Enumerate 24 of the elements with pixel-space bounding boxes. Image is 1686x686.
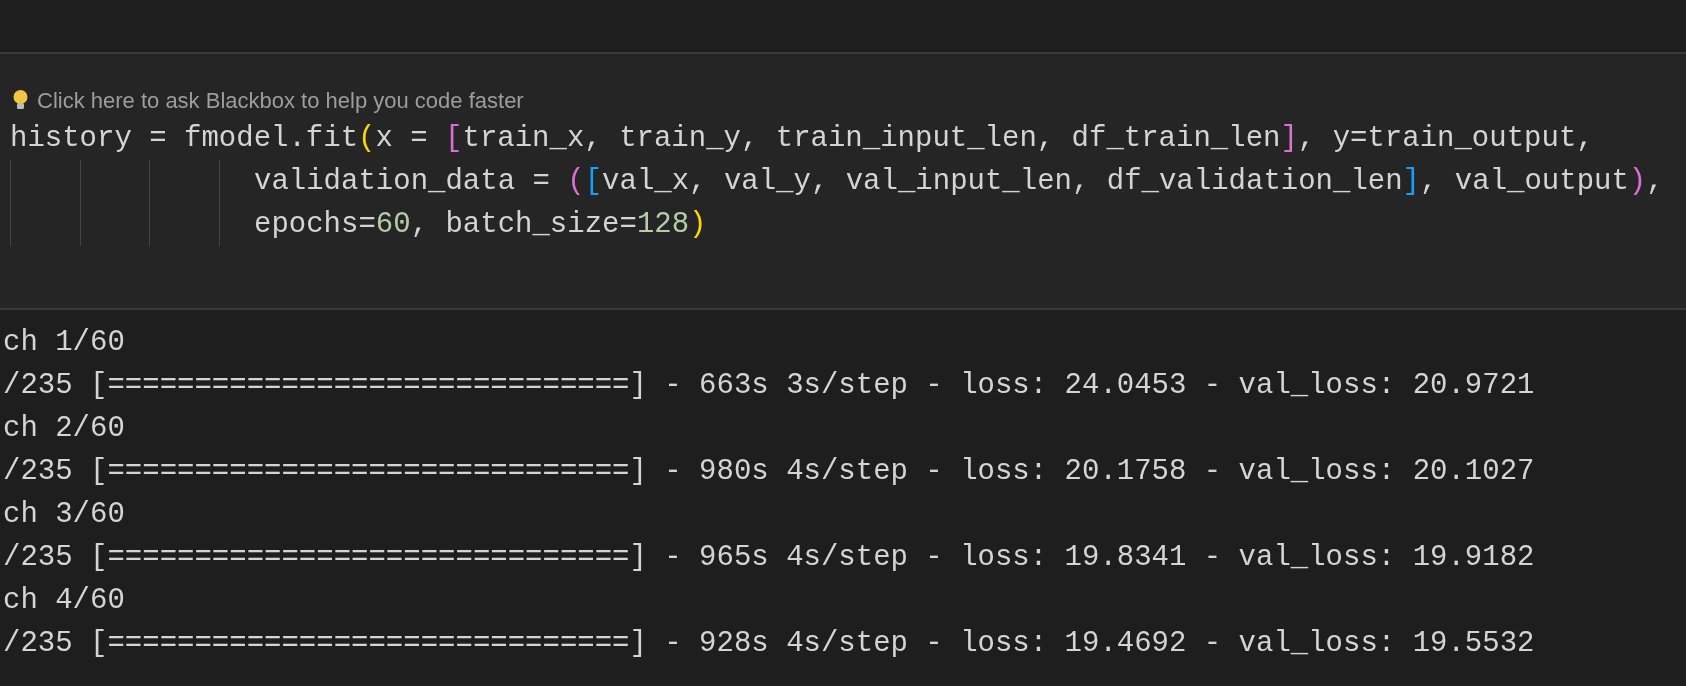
code-line: history = fmodel.fit(x = [train_x, train_y, train_input_len, df_train_len], y=train_output, (10, 121, 1594, 157)
output-line: /235 [==============================] - 928s 4s/step - loss: 19.4692 - val_loss: 19.5532 (3, 626, 1535, 662)
code-bracket: [ (445, 122, 463, 155)
code-number: 60 (375, 208, 411, 241)
code-line: epochs=60, batch_size=128) (253, 207, 707, 243)
output-line: /235 [==============================] - 663s 3s/step - loss: 24.0453 - val_loss: 20.9721 (3, 368, 1535, 404)
code-bracket: ] (1402, 165, 1420, 198)
code-bracket: [ (584, 165, 603, 198)
output-line: ch 1/60 (3, 325, 125, 361)
output-line: /235 [==============================] - 965s 4s/step - loss: 19.8341 - val_loss: 19.9182 (3, 540, 1535, 576)
code-bracket: ) (689, 208, 707, 241)
code-bracket: ] (1280, 122, 1298, 155)
output-line: ch 3/60 (3, 497, 125, 533)
output-line: /235 [==============================] - 980s 4s/step - loss: 20.1758 - val_loss: 20.1027 (3, 454, 1535, 490)
output-line: ch 4/60 (3, 583, 125, 619)
blackbox-hint[interactable]: Click here to ask Blackbox to help you code faster (37, 83, 524, 117)
code-bracket: ) (1628, 165, 1647, 198)
code-bracket: ( (358, 122, 376, 155)
lightbulb-icon (12, 89, 29, 111)
output-line: ch 2/60 (3, 411, 125, 447)
code-line: validation_data = ([val_x, val_y, val_input_len, df_validation_len], val_output), (253, 164, 1664, 200)
code-number: 128 (636, 208, 690, 241)
code-cell[interactable] (0, 54, 1686, 310)
code-bracket: ( (567, 165, 585, 198)
